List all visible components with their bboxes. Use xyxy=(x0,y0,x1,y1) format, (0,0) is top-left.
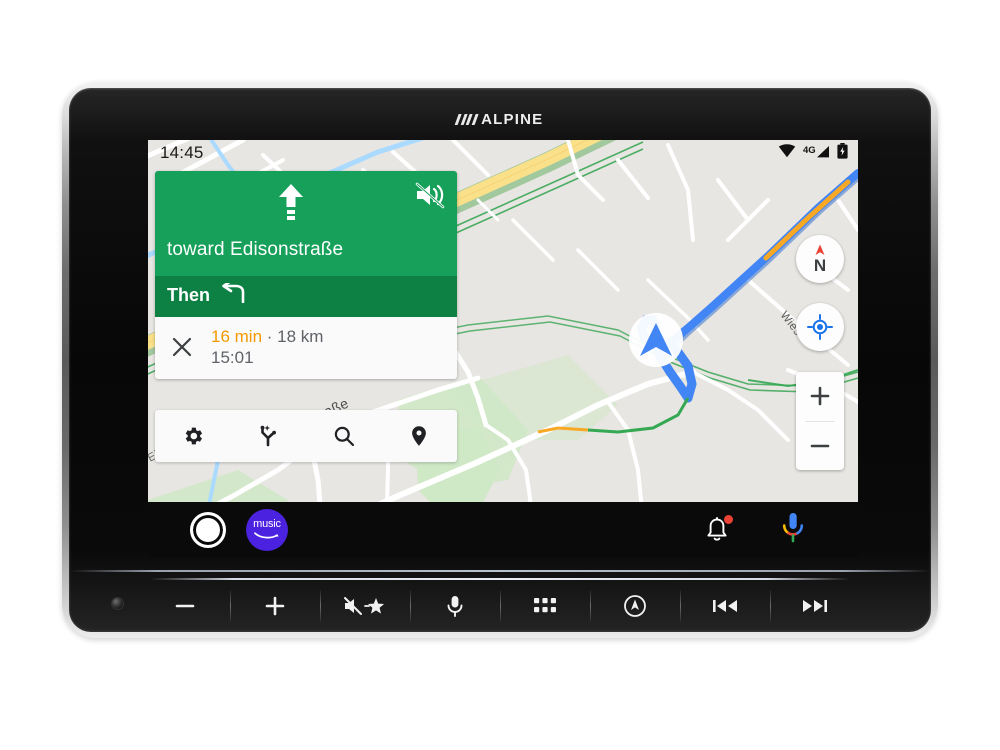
alpine-logo-text: ALPINE xyxy=(481,111,544,128)
turn-left-uturn-icon xyxy=(220,279,246,308)
eta-separator: · xyxy=(262,326,278,346)
navigation-top-row xyxy=(167,181,445,225)
location-pin-icon[interactable] xyxy=(396,413,442,459)
alternate-routes-icon[interactable] xyxy=(245,413,291,459)
next-track-button[interactable] xyxy=(770,588,860,624)
my-location-icon[interactable] xyxy=(796,303,844,351)
navigation-then-panel: Then xyxy=(155,275,457,317)
search-icon[interactable] xyxy=(321,413,367,459)
volume-up-button[interactable] xyxy=(230,588,320,624)
compass-north-icon[interactable]: N xyxy=(796,235,844,283)
eta-distance: 18 km xyxy=(277,326,324,346)
notification-badge xyxy=(724,514,733,524)
volume-down-button[interactable] xyxy=(140,588,230,624)
eta-panel: 16 min · 18 km 15:01 xyxy=(155,316,457,380)
android-auto-taskbar: music xyxy=(148,502,858,557)
eta-duration: 16 min xyxy=(211,326,263,346)
then-label: Then xyxy=(167,284,210,305)
zoom-controls xyxy=(796,372,844,470)
eta-text: 16 min · 18 km 15:01 xyxy=(211,326,323,369)
amazon-music-icon[interactable]: music xyxy=(246,508,288,551)
hardware-button-row xyxy=(140,588,860,624)
bell-icon[interactable] xyxy=(702,514,733,545)
power-circle-icon[interactable] xyxy=(590,588,680,624)
alpine-logo-bars xyxy=(454,114,479,125)
home-circle-icon[interactable] xyxy=(190,511,226,548)
eta-duration-distance: 16 min · 18 km xyxy=(211,326,323,347)
alpine-logo: ALPINE xyxy=(454,111,544,128)
zoom-out-button[interactable] xyxy=(796,422,844,471)
eta-arrival-time: 15:01 xyxy=(211,348,254,368)
touchscreen[interactable]: 92 Ohmstraße Gutenbergstraße Edisonstraß… xyxy=(148,140,858,557)
screenshot-root: ALPINE Wies 14:45 4G toward Edisonstraße… xyxy=(0,0,1000,750)
amazon-music-label: music xyxy=(253,518,281,530)
close-x-icon[interactable] xyxy=(167,336,197,358)
zoom-in-button[interactable] xyxy=(796,372,844,421)
compass-label: N xyxy=(813,256,827,275)
straight-arrow-icon xyxy=(167,181,415,223)
taskbar-left-group: music xyxy=(148,508,288,551)
taskbar-right-group xyxy=(702,511,858,548)
navigation-instruction-text: toward Edisonstraße xyxy=(167,239,344,260)
previous-track-button[interactable] xyxy=(680,588,770,624)
grid-icon[interactable] xyxy=(500,588,590,624)
mic-icon[interactable] xyxy=(410,588,500,624)
ir-sensor xyxy=(112,598,123,609)
button-row-glass-edge xyxy=(150,578,850,580)
navigation-card[interactable]: toward Edisonstraße Then 16 min · 18 km … xyxy=(155,171,457,380)
google-assistant-mic-icon[interactable] xyxy=(780,511,806,548)
volume-muted-icon[interactable] xyxy=(415,181,445,214)
bezel-highlight-line xyxy=(70,570,930,572)
mute-star-icon[interactable] xyxy=(320,588,410,624)
map-action-bar xyxy=(155,410,457,462)
settings-gear-icon[interactable] xyxy=(170,413,216,459)
navigation-instruction-panel: toward Edisonstraße xyxy=(155,171,457,276)
